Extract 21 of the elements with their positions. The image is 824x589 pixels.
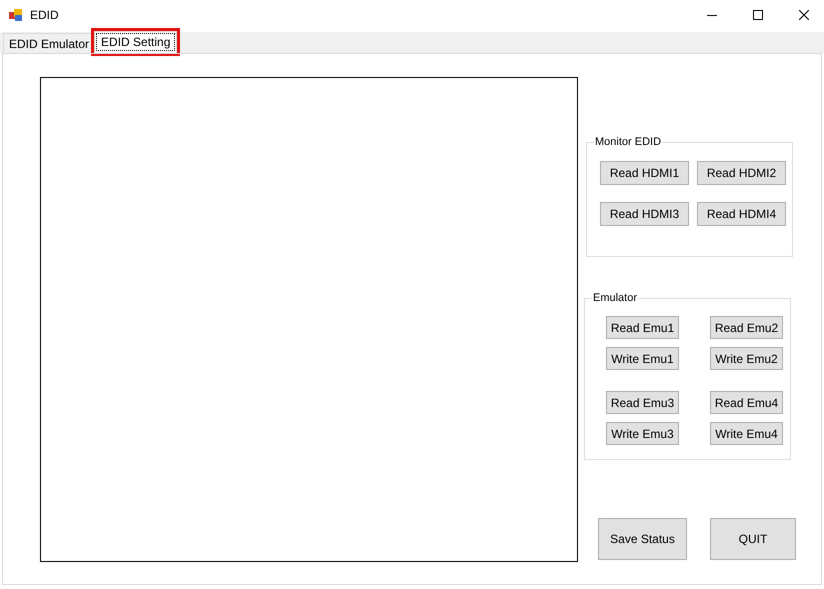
write-button[interactable]: Write Emu1 — [606, 347, 679, 370]
group-title: Monitor EDID — [594, 136, 662, 148]
read-button[interactable]: Read HDMI4 — [697, 202, 786, 226]
read-button[interactable]: Read Emu3 — [606, 391, 679, 414]
write-button[interactable]: Write Emu2 — [710, 347, 783, 370]
app-icon — [9, 9, 23, 21]
group-title: Emulator — [592, 292, 638, 304]
close-icon[interactable] — [799, 10, 809, 20]
read-button[interactable]: Read HDMI1 — [600, 161, 689, 185]
read-button[interactable]: Read HDMI2 — [697, 161, 786, 185]
write-button[interactable]: Write Emu4 — [710, 422, 783, 445]
read-button[interactable]: Read HDMI3 — [600, 202, 689, 226]
write-button[interactable]: Write Emu3 — [606, 422, 679, 445]
read-button[interactable]: Read Emu2 — [710, 316, 783, 339]
window-title: EDID — [30, 8, 59, 22]
action-button[interactable]: QUIT — [710, 518, 796, 560]
maximize-icon[interactable] — [753, 10, 763, 20]
read-button[interactable]: Read Emu1 — [606, 316, 679, 339]
tab[interactable]: EDID Setting — [94, 31, 178, 53]
action-button[interactable]: Save Status — [598, 518, 687, 560]
read-button[interactable]: Read Emu4 — [710, 391, 783, 414]
